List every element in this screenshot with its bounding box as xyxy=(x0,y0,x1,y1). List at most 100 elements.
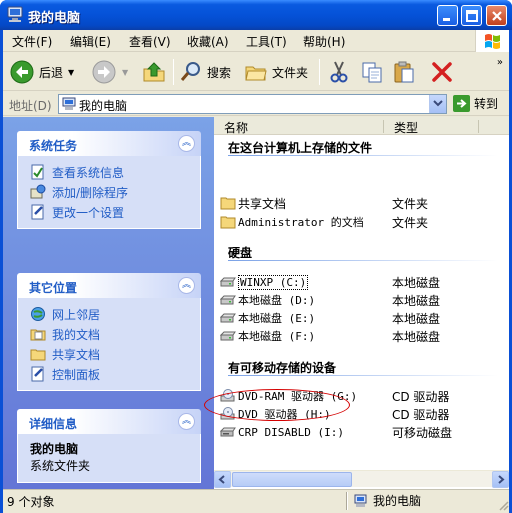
system-tasks-title: 系统任务 xyxy=(29,139,78,153)
back-dropdown-icon[interactable]: ▼ xyxy=(68,68,74,77)
maximize-button[interactable] xyxy=(461,5,482,26)
shared-folder-icon xyxy=(30,349,46,361)
list-item[interactable]: 共享文档 文件夹 xyxy=(220,194,500,212)
system-tasks-header[interactable]: 系统任务 ︽ xyxy=(17,131,201,156)
menu-help[interactable]: 帮助(H) xyxy=(303,33,345,50)
windows-logo xyxy=(475,30,509,52)
maximize-icon xyxy=(466,10,478,22)
item-type: 本地磁盘 xyxy=(392,294,441,308)
forward-dropdown-icon[interactable]: ▼ xyxy=(122,68,128,77)
task-view-system-info[interactable]: 查看系统信息 xyxy=(30,162,192,182)
window-title: 我的电脑 xyxy=(28,11,81,26)
up-folder-icon xyxy=(143,62,165,82)
removable-drive-icon xyxy=(220,427,236,437)
item-name: Administrator 的文档 xyxy=(238,216,364,229)
horizontal-scrollbar[interactable] xyxy=(214,470,509,488)
folders-button[interactable]: 文件夹 xyxy=(244,57,308,87)
hard-drive-icon xyxy=(220,331,236,341)
toolbar-overflow-icon[interactable]: » xyxy=(497,57,503,68)
collapse-icon[interactable]: ︽ xyxy=(178,413,195,430)
menu-bar: 文件(F) 编辑(E) 查看(V) 收藏(A) 工具(T) 帮助(H) xyxy=(3,30,509,52)
delete-button[interactable] xyxy=(430,57,454,87)
list-item[interactable]: 本地磁盘 (E:) 本地磁盘 xyxy=(220,309,500,327)
folders-icon xyxy=(245,66,267,81)
place-label: 我的文档 xyxy=(52,327,101,342)
list-item[interactable]: CRP DISABLD (I:) 可移动磁盘 xyxy=(220,423,500,441)
go-label: 转到 xyxy=(474,97,499,111)
task-change-setting[interactable]: 更改一个设置 xyxy=(30,202,192,222)
paste-icon xyxy=(394,61,414,83)
place-control-panel[interactable]: 控制面板 xyxy=(30,364,192,384)
search-button[interactable]: 搜索 xyxy=(179,57,231,87)
windows-flag-icon xyxy=(485,34,500,49)
hard-drive-icon xyxy=(220,295,236,305)
go-button[interactable]: 转到 xyxy=(453,95,498,112)
list-item[interactable]: 本地磁盘 (D:) 本地磁盘 xyxy=(220,291,500,309)
forward-button[interactable]: ▼ xyxy=(91,57,128,87)
group-title: 硬盘 xyxy=(228,246,253,260)
details-desc: 系统文件夹 xyxy=(30,459,91,473)
menu-tools[interactable]: 工具(T) xyxy=(246,33,287,50)
minimize-button[interactable] xyxy=(437,5,458,26)
folders-label: 文件夹 xyxy=(272,65,309,80)
group-divider xyxy=(228,155,498,156)
place-network[interactable]: 网上邻居 xyxy=(30,304,192,324)
close-button[interactable] xyxy=(486,5,507,26)
details-body: 我的电脑 系统文件夹 xyxy=(17,434,201,483)
menu-edit[interactable]: 编辑(E) xyxy=(70,33,111,50)
chevron-right-icon xyxy=(498,475,505,484)
column-type[interactable]: 类型 xyxy=(394,119,418,136)
resize-grip-icon[interactable] xyxy=(497,499,509,511)
toolbar: 后退 ▼ ▼ 搜索 文件夹 » xyxy=(3,53,509,91)
address-bar: 地址(D) 我的电脑 转到 xyxy=(3,92,509,116)
column-header: 名称 类型 xyxy=(214,117,509,135)
task-add-remove-programs[interactable]: 添加/删除程序 xyxy=(30,182,192,202)
scroll-left-button[interactable] xyxy=(214,471,231,488)
paste-button[interactable] xyxy=(392,57,416,87)
place-shared-documents[interactable]: 共享文档 xyxy=(30,344,192,364)
go-arrow-icon xyxy=(453,95,470,112)
copy-button[interactable] xyxy=(360,57,384,87)
column-divider[interactable] xyxy=(383,120,384,133)
item-name: 共享文档 xyxy=(238,196,287,211)
folder-icon xyxy=(220,216,236,229)
column-divider[interactable] xyxy=(478,120,479,133)
cut-button[interactable] xyxy=(327,57,351,87)
menu-view[interactable]: 查看(V) xyxy=(129,33,171,50)
item-type: 文件夹 xyxy=(392,197,429,211)
details-header[interactable]: 详细信息 ︽ xyxy=(17,409,201,434)
menu-favorites[interactable]: 收藏(A) xyxy=(187,33,229,50)
item-type: 可移动磁盘 xyxy=(392,426,453,440)
folder-icon xyxy=(220,197,236,210)
task-label: 添加/删除程序 xyxy=(52,185,129,200)
back-button[interactable]: 后退 ▼ xyxy=(9,57,74,87)
other-places-header[interactable]: 其它位置 ︽ xyxy=(17,273,201,298)
item-type: CD 驱动器 xyxy=(392,408,450,422)
list-item[interactable]: WINXP (C:) 本地磁盘 xyxy=(220,273,500,291)
group-title: 在这台计算机上存储的文件 xyxy=(228,141,373,155)
toolbar-separator xyxy=(173,59,174,85)
collapse-icon[interactable]: ︽ xyxy=(178,135,195,152)
scroll-right-button[interactable] xyxy=(492,471,509,488)
scroll-thumb[interactable] xyxy=(232,472,352,487)
list-item[interactable]: Administrator 的文档 文件夹 xyxy=(220,213,500,231)
item-type: CD 驱动器 xyxy=(392,390,450,404)
system-info-icon xyxy=(31,164,44,180)
status-count: 9 个对象 xyxy=(7,495,55,509)
task-pane: 系统任务 ︽ 查看系统信息 添加/删除程序 更改一个设置 其它位置 ︽ 网上邻居… xyxy=(3,117,214,490)
title-bar[interactable]: 我的电脑 xyxy=(0,0,512,30)
collapse-icon[interactable]: ︽ xyxy=(178,277,195,294)
list-item[interactable]: 本地磁盘 (F:) 本地磁盘 xyxy=(220,327,500,345)
hard-drive-icon xyxy=(220,277,236,287)
status-bar: 9 个对象 我的电脑 xyxy=(3,489,509,511)
column-name[interactable]: 名称 xyxy=(224,119,248,136)
back-label: 后退 xyxy=(39,65,64,80)
menu-file[interactable]: 文件(F) xyxy=(12,33,52,50)
address-input[interactable]: 我的电脑 xyxy=(58,94,447,114)
place-my-documents[interactable]: 我的文档 xyxy=(30,324,192,344)
address-dropdown-button[interactable] xyxy=(429,95,446,113)
up-folder-button[interactable] xyxy=(141,57,167,87)
group-divider xyxy=(228,375,498,376)
item-type: 本地磁盘 xyxy=(392,276,441,290)
add-remove-programs-icon xyxy=(30,184,46,199)
